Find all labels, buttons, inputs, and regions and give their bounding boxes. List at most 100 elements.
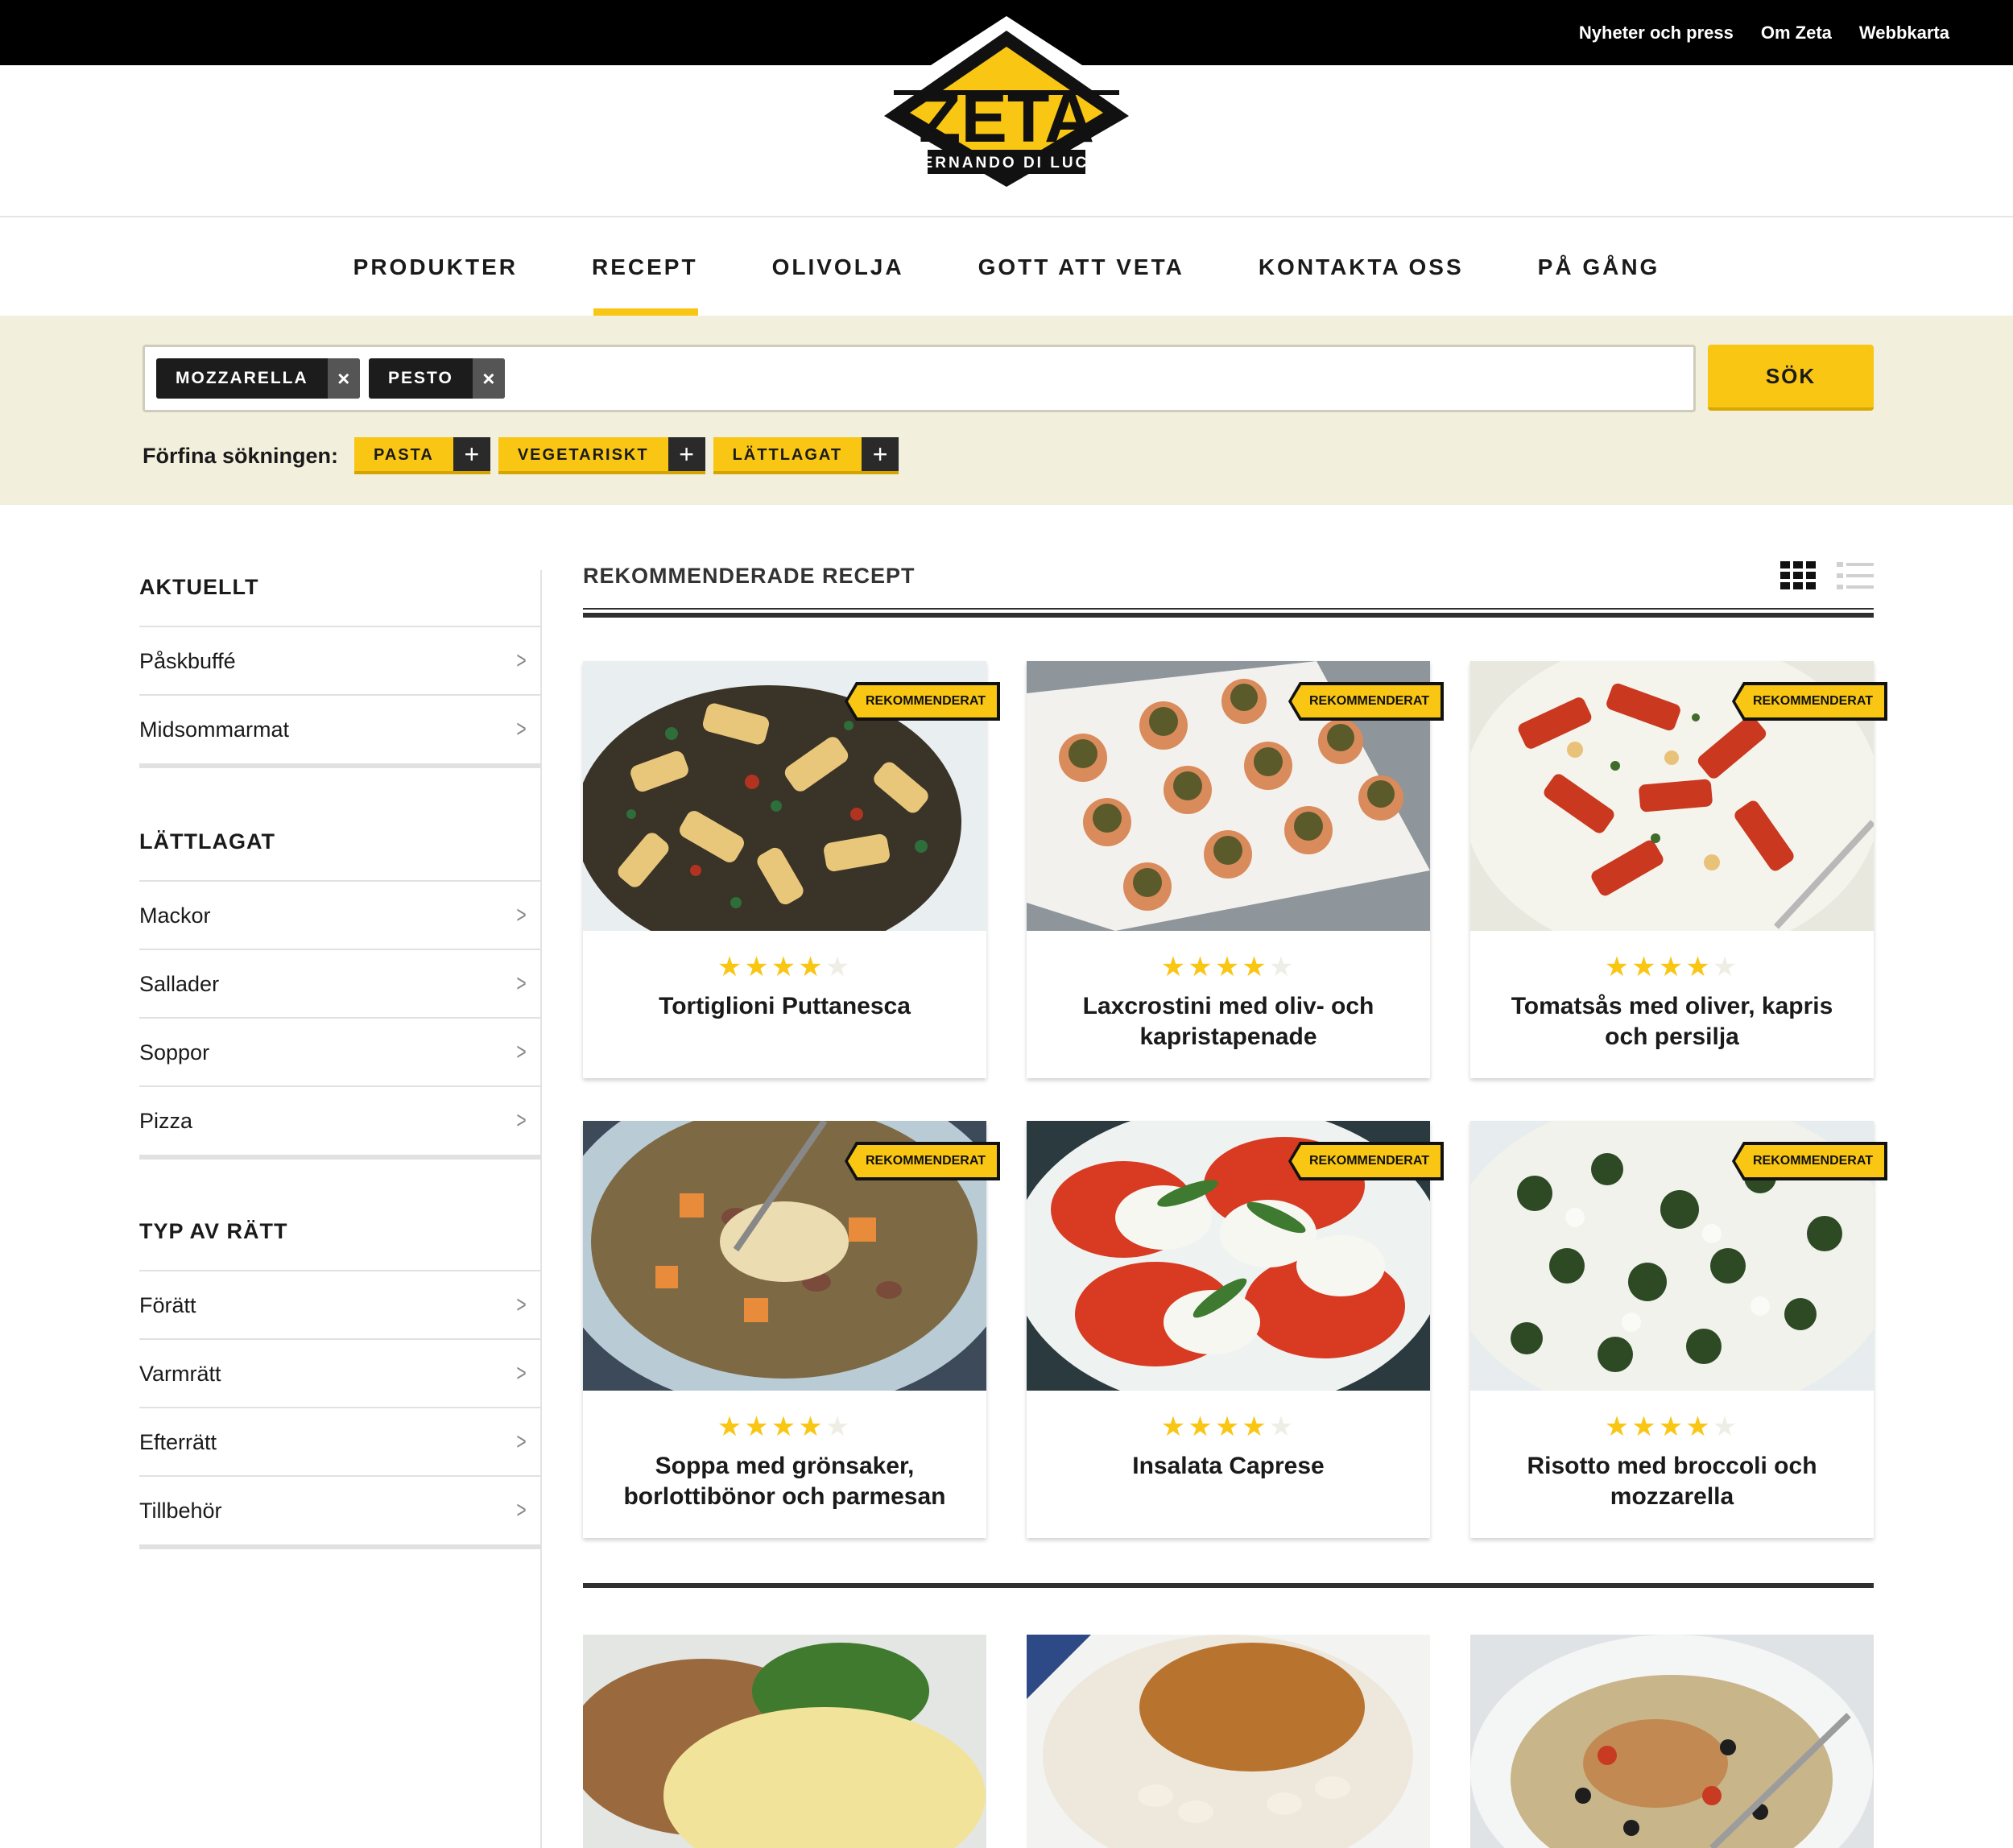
- chevron-right-icon: >: [516, 647, 527, 674]
- recipe-title[interactable]: Laxcrostini med oliv- och kapristapenade: [1043, 991, 1414, 1052]
- refine-tag-lattlagat[interactable]: LÄTTLAGAT +: [713, 437, 899, 474]
- remove-chip-icon[interactable]: ×: [327, 358, 360, 399]
- search-box[interactable]: MOZZARELLA × PESTO ×: [143, 345, 1696, 412]
- refine-tag-pasta[interactable]: PASTA +: [354, 437, 490, 474]
- top-link-sitemap[interactable]: Webbkarta: [1859, 23, 1949, 43]
- chevron-right-icon: >: [516, 1497, 527, 1523]
- section-rule: [583, 1583, 1874, 1588]
- heading-rule: [583, 613, 1874, 618]
- plus-icon[interactable]: +: [453, 437, 490, 471]
- chip-label: MOZZARELLA: [176, 369, 308, 387]
- sidebar-item-foratt[interactable]: Förätt >: [139, 1270, 541, 1339]
- recipe-title[interactable]: Soppa med grönsaker, borlottibönor och p…: [599, 1451, 970, 1512]
- sidebar-item-soppor[interactable]: Soppor >: [139, 1017, 541, 1086]
- recommended-badge: REKOMMENDERAT: [844, 682, 1000, 721]
- zeta-logo[interactable]: ZETA FERNANDO DI LUCA: [837, 13, 1176, 188]
- search-input[interactable]: [515, 355, 1675, 402]
- sidebar-item-midsommarmat[interactable]: Midsommarmat >: [139, 694, 541, 763]
- chevron-right-icon: >: [516, 1039, 527, 1065]
- sidebar-item-pizza[interactable]: Pizza >: [139, 1085, 541, 1155]
- search-band: MOZZARELLA × PESTO × SÖK Förfina sökning…: [0, 316, 2013, 505]
- nav-item-produkter[interactable]: PRODUKTER: [353, 218, 518, 316]
- plus-icon[interactable]: +: [668, 437, 705, 471]
- chevron-right-icon: >: [516, 970, 527, 997]
- recipe-card[interactable]: REKOMMENDERAT ★★★★★ Soppa med grönsaker,…: [583, 1121, 1000, 1538]
- chevron-right-icon: >: [516, 1360, 527, 1387]
- nav-item-pa-gang[interactable]: PÅ GÅNG: [1538, 218, 1660, 316]
- sidebar-item-label: Pizza: [139, 1108, 193, 1133]
- recommended-badge: REKOMMENDERAT: [1288, 682, 1444, 721]
- main-nav: PRODUKTER RECEPT OLIVOLJA GOTT ATT VETA …: [0, 218, 2013, 316]
- sidebar-heading-aktuellt: AKTUELLT: [139, 575, 259, 599]
- logo-brand: ZETA: [919, 80, 1094, 157]
- rating-stars: ★★★★★: [1604, 952, 1740, 982]
- refine-tag-label: PASTA: [354, 437, 453, 471]
- recipe-image-roast-chicken-beans[interactable]: [1027, 1635, 1430, 1848]
- recommended-badge: REKOMMENDERAT: [844, 1142, 1000, 1180]
- refine-row: Förfina sökningen: PASTA + VEGETARISKT +…: [143, 436, 907, 475]
- sidebar-item-label: Sallader: [139, 971, 220, 996]
- sidebar-item-label: Förätt: [139, 1292, 196, 1317]
- sidebar-section-end: [139, 1155, 541, 1160]
- sidebar-heading-typ-av-ratt: TYP AV RÄTT: [139, 1219, 288, 1243]
- nav-item-olivolja[interactable]: OLIVOLJA: [772, 218, 904, 316]
- sidebar-item-paskbuffe[interactable]: Påskbuffé >: [139, 626, 541, 695]
- sidebar-item-label: Påskbuffé: [139, 648, 236, 673]
- top-links: Nyheter och press Om Zeta Webbkarta: [1579, 0, 1949, 65]
- search-button[interactable]: SÖK: [1708, 345, 1874, 411]
- nav-item-kontakta-oss[interactable]: KONTAKTA OSS: [1259, 218, 1464, 316]
- top-link-about[interactable]: Om Zeta: [1761, 23, 1832, 43]
- sidebar-item-efterratt[interactable]: Efterrätt >: [139, 1407, 541, 1476]
- refine-tag-label: VEGETARISKT: [498, 437, 668, 471]
- recipe-title[interactable]: Tomatsås med oliver, kapris och persilja: [1486, 991, 1858, 1052]
- recommended-badge: REKOMMENDERAT: [1731, 1142, 1887, 1180]
- recipe-card[interactable]: REKOMMENDERAT ★★★★★ Insalata Caprese: [1027, 1121, 1444, 1538]
- sidebar-item-label: Tillbehör: [139, 1498, 222, 1523]
- chevron-right-icon: >: [516, 902, 527, 928]
- search-chip-mozzarella: MOZZARELLA ×: [156, 358, 360, 399]
- recipe-image-chicken-broccoli-mash[interactable]: [583, 1635, 986, 1848]
- recommended-badge: REKOMMENDERAT: [1288, 1142, 1444, 1180]
- rating-stars: ★★★★★: [717, 952, 853, 982]
- sidebar-item-label: Midsommarmat: [139, 717, 290, 742]
- chevron-right-icon: >: [516, 1107, 527, 1134]
- recipe-title[interactable]: Tortiglioni Puttanesca: [599, 991, 970, 1022]
- sidebar: AKTUELLT Påskbuffé > Midsommarmat > LÄTTLA…: [139, 564, 541, 1848]
- nav-item-recept[interactable]: RECEPT: [592, 218, 698, 316]
- section-title: REKOMMENDERADE RECEPT: [583, 564, 916, 588]
- plus-icon[interactable]: +: [862, 437, 899, 471]
- chevron-right-icon: >: [516, 716, 527, 742]
- list-view-icon[interactable]: [1837, 561, 1874, 590]
- recipe-image-chicken-olives-bowl[interactable]: [1470, 1635, 1874, 1848]
- chevron-right-icon: >: [516, 1292, 527, 1318]
- recipe-card[interactable]: REKOMMENDERAT ★★★★★ Risotto med broccoli…: [1470, 1121, 1887, 1538]
- sidebar-item-mackor[interactable]: Mackor >: [139, 880, 541, 949]
- sidebar-section-end: [139, 763, 541, 768]
- recipe-title[interactable]: Risotto med broccoli och mozzarella: [1486, 1451, 1858, 1512]
- rating-stars: ★★★★★: [1604, 1412, 1740, 1442]
- nav-item-gott-att-veta[interactable]: GOTT ATT VETA: [978, 218, 1184, 316]
- remove-chip-icon[interactable]: ×: [472, 358, 505, 399]
- top-link-news[interactable]: Nyheter och press: [1579, 23, 1734, 43]
- sidebar-item-label: Efterrätt: [139, 1429, 217, 1454]
- sidebar-item-sallader[interactable]: Sallader >: [139, 949, 541, 1018]
- rating-stars: ★★★★★: [1160, 952, 1296, 982]
- recipe-card[interactable]: REKOMMENDERAT ★★★★★ Tortiglioni Puttanes…: [583, 661, 1000, 1078]
- logo-tagline: FERNANDO DI LUCA: [911, 155, 1102, 172]
- rating-stars: ★★★★★: [717, 1412, 853, 1442]
- chevron-right-icon: >: [516, 1428, 527, 1455]
- recipe-card[interactable]: REKOMMENDERAT ★★★★★ Tomatsås med oliver,…: [1470, 661, 1887, 1078]
- grid-view-icon[interactable]: [1780, 561, 1816, 590]
- search-chip-pesto: PESTO ×: [369, 358, 505, 399]
- sidebar-item-varmratt[interactable]: Varmrätt >: [139, 1338, 541, 1408]
- sidebar-item-tillbehor[interactable]: Tillbehör >: [139, 1475, 541, 1544]
- refine-label: Förfina sökningen:: [143, 443, 338, 468]
- heading-rule: [583, 608, 1874, 610]
- sidebar-item-label: Soppor: [139, 1040, 210, 1065]
- sidebar-heading-lattlagat: LÄTTLAGAT: [139, 829, 275, 854]
- recipe-card[interactable]: REKOMMENDERAT ★★★★★ Laxcrostini med oliv…: [1027, 661, 1444, 1078]
- refine-tag-vegetariskt[interactable]: VEGETARISKT +: [498, 437, 705, 474]
- sidebar-item-label: Mackor: [139, 903, 211, 928]
- recipe-title[interactable]: Insalata Caprese: [1043, 1451, 1414, 1482]
- recommended-badge: REKOMMENDERAT: [1731, 682, 1887, 721]
